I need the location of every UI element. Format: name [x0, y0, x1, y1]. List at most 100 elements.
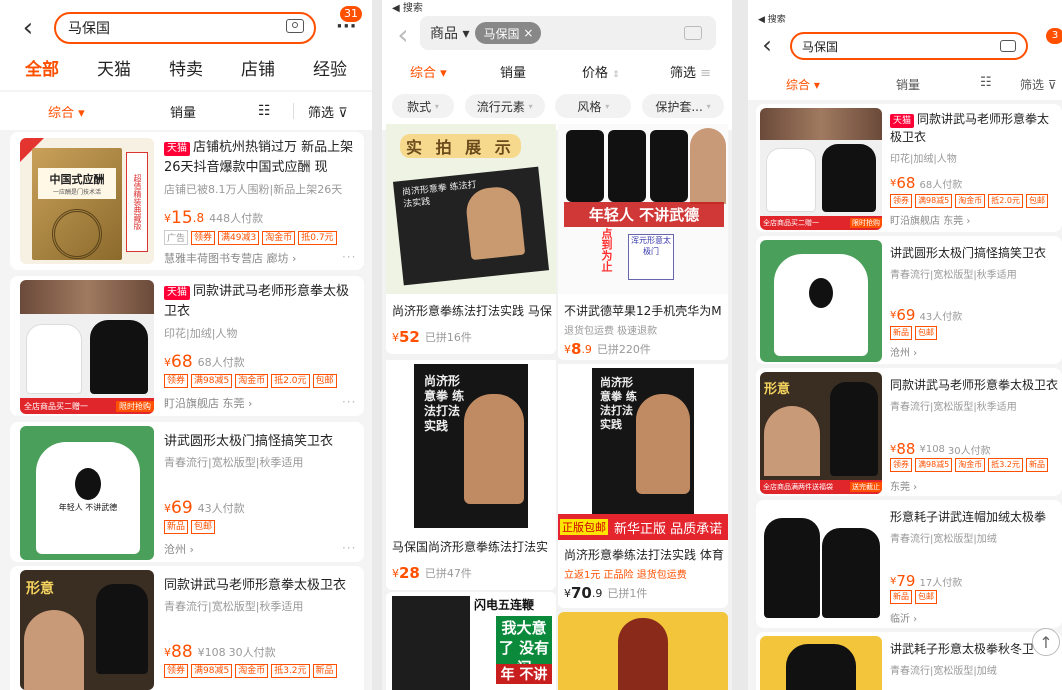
list-item[interactable]: 形意耗子讲武连帽加绒太极拳 青春流行|宽松版型|加绒 ¥79 17人付款 新品包…: [756, 500, 1062, 628]
grid-view-icon[interactable]: ☷: [980, 75, 992, 90]
hoodie-black: [96, 584, 148, 674]
grid-card[interactable]: 尚济形意拳 练法打法实践 马保国尚济形意拳练法打法实 ¥28 已拼47件: [386, 360, 556, 590]
side-label: 超值精装典藏版: [126, 152, 148, 252]
price-row: ¥28 已拼47件: [392, 564, 472, 582]
list-item[interactable]: 全店商品买二赠一 限时抢购 天猫 同款讲武马老师形意拳太极卫衣 印花|加绒|人物 ¥…: [10, 276, 364, 416]
banner-text: 实 拍 展 示: [400, 134, 521, 158]
portrait: [24, 610, 84, 690]
product-image: 尚济形意拳 练法打法实践: [386, 360, 556, 530]
book-cover: 尚济形意拳 练法打法实践: [414, 364, 528, 528]
sort-comprehensive[interactable]: 综合 ▾: [786, 76, 820, 93]
product-title: 讲武圆形太极门搞怪搞笑卫衣: [890, 246, 1047, 260]
filter-button[interactable]: 筛选 ⊽: [308, 102, 348, 121]
slogan-text: 年轻人 不讲武德: [564, 202, 724, 227]
hoodie-black: [90, 320, 148, 394]
grid-card[interactable]: 闪电五连鞭 我大意了 没有闪 年 不讲: [386, 592, 556, 690]
filter-button[interactable]: 筛选 ≡: [670, 62, 711, 81]
back-to-top-icon[interactable]: ↑: [1032, 628, 1060, 656]
filter-button[interactable]: 筛选 ⊽: [1020, 76, 1057, 93]
sort-price[interactable]: 价格 ⇕: [582, 62, 620, 81]
product-image: 实 拍 展 示 尚济形意拳 练法打法实践: [386, 124, 556, 294]
list-item[interactable]: 中国式应酬 一应酬是门技术活 超值精装典藏版 天猫 店铺杭州热销过万 新品上架26…: [10, 132, 364, 270]
back-to-search-link[interactable]: ◀ 搜索: [392, 0, 423, 14]
promo-banner: 正版包邮 新华正版 品质承诺: [558, 514, 728, 540]
grid-card[interactable]: [558, 612, 728, 690]
tab-experience[interactable]: 经验: [313, 55, 347, 80]
product-image: 尚济形意拳 练法打法实践: [558, 364, 728, 514]
price-row: ¥68 68人付款: [890, 174, 963, 192]
grid-card[interactable]: 尚济形意拳 练法打法实践 正版包邮 新华正版 品质承诺 尚济形意拳练法打法实践 体…: [558, 364, 728, 608]
product-subtitle: 青春流行|宽松版型|加绒: [890, 666, 997, 677]
filter-case[interactable]: 保护套... ▾: [641, 94, 724, 118]
back-to-search-link[interactable]: ◀ 搜索: [758, 12, 786, 25]
hoodie-white: 年轻人 不讲武德: [36, 442, 140, 554]
camera-icon[interactable]: [684, 26, 702, 40]
portrait: [690, 128, 726, 204]
shop-row[interactable]: 沧州 ›: [164, 541, 194, 557]
tab-sale[interactable]: 特卖: [169, 55, 203, 80]
product-image: [760, 636, 882, 690]
product-subtitle: 青春流行|宽松版型|秋季适用: [890, 270, 1017, 281]
grid-card[interactable]: 年轻人 不讲武德 点到为止 浑元形意太极门 不讲武德苹果12手机壳华为M 退货包…: [558, 124, 728, 360]
sort-sales[interactable]: 销量: [500, 62, 526, 81]
tmall-tag: 天猫: [164, 286, 190, 300]
promo-tags: 新品 包邮: [890, 326, 940, 340]
category-select[interactable]: 商品 ▾: [430, 23, 469, 43]
shop-row[interactable]: 盯沿旗舰店 东莞 ›: [164, 395, 252, 411]
phone-case: [566, 130, 604, 202]
grid-view-icon[interactable]: ☷: [258, 103, 271, 119]
list-item[interactable]: 年轻人 不讲武德 讲武圆形太极门搞怪搞笑卫衣 青春流行|宽松版型|秋季适用 ¥6…: [10, 422, 364, 562]
search-input[interactable]: 马保国: [54, 12, 316, 44]
grid-card[interactable]: 实 拍 展 示 尚济形意拳 练法打法实践 尚济形意拳练法打法实践 马保 ¥52 …: [386, 124, 556, 354]
cartoon-figure: [618, 618, 668, 690]
shop-row[interactable]: 慧雅丰荷图书专营店 廊坊 ›: [164, 250, 296, 266]
back-arrow-icon[interactable]: ‹: [756, 31, 778, 59]
product-title: 讲武耗子形意太极拳秋冬卫: [890, 642, 1035, 656]
camera-icon[interactable]: [286, 19, 304, 33]
filter-chips: 款式 ▾ 流行元素 ▾ 风格 ▾ 保护套... ▾: [392, 94, 724, 118]
search-chip[interactable]: 马保国 ×: [475, 22, 542, 44]
product-title: 讲武圆形太极门搞怪搞笑卫衣: [164, 434, 334, 449]
notification-badge: 3: [1046, 28, 1062, 44]
product-image: 全店商品买二赠一 限时抢购: [20, 280, 154, 414]
product-image: 形意: [20, 570, 154, 690]
poster-text: 形意: [26, 581, 54, 597]
sort-sales[interactable]: 销量: [896, 76, 920, 93]
book-cover: [392, 596, 470, 690]
list-item[interactable]: 讲武耗子形意太极拳秋冬卫 青春流行|宽松版型|加绒: [756, 632, 1062, 690]
sort-sales[interactable]: 销量: [170, 102, 196, 121]
poster-text: 闪电五连鞭: [474, 598, 535, 612]
back-arrow-icon[interactable]: ‹: [390, 18, 416, 51]
book-image: 尚济形意拳 练法打法实践: [392, 166, 550, 286]
shop-row[interactable]: 盯沿旗舰店 东莞 ›: [890, 212, 970, 227]
shop-row[interactable]: 临沂 ›: [890, 610, 917, 625]
search-input[interactable]: 商品 ▾ 马保国 ×: [420, 16, 716, 50]
photo-strip: [20, 280, 154, 314]
list-item[interactable]: 形意 全店商品满两件送福袋 送完截止 同款讲武马老师形意拳太极卫衣 青春流行|宽松…: [756, 368, 1062, 496]
product-title: 天猫 店铺杭州热销过万 新品上架26天抖音爆款中国式应酬 现: [164, 140, 354, 175]
more-dots-icon[interactable]: ···: [342, 395, 356, 409]
back-arrow-icon[interactable]: ‹: [14, 13, 42, 43]
tab-all[interactable]: 全部: [25, 55, 59, 80]
filter-trend[interactable]: 流行元素 ▾: [464, 94, 545, 118]
product-subtitle: 青春流行|宽松版型|加绒: [890, 534, 997, 545]
shop-row[interactable]: 沧州 ›: [890, 344, 917, 359]
shop-row[interactable]: 东莞 ›: [890, 478, 917, 493]
sort-comprehensive[interactable]: 综合 ▾: [48, 102, 85, 121]
list-item[interactable]: 形意 同款讲武马老师形意拳太极卫衣 青春流行|宽松版型|秋季适用 ¥88 ¥10…: [10, 566, 364, 690]
search-input[interactable]: 马保国: [790, 32, 1028, 60]
product-subtitle: 店铺已被8.1万人围粉|新品上架26天: [164, 183, 343, 196]
tab-shop[interactable]: 店铺: [241, 55, 275, 80]
filter-style[interactable]: 款式 ▾: [392, 94, 454, 118]
filter-genre[interactable]: 风格 ▾: [555, 94, 632, 118]
tab-tmall[interactable]: 天猫: [97, 55, 131, 80]
search-text: 马保国: [68, 21, 110, 37]
sort-comprehensive[interactable]: 综合 ▾: [410, 62, 447, 81]
more-dots-icon[interactable]: ···: [342, 541, 356, 555]
promo-tags: 领券 满98减5 淘金币 抵2.0元 包邮: [164, 374, 340, 388]
more-dots-icon[interactable]: ···: [342, 250, 356, 264]
promo-tags: 新品 包邮: [890, 590, 940, 604]
list-item[interactable]: 讲武圆形太极门搞怪搞笑卫衣 青春流行|宽松版型|秋季适用 ¥69 43人付款 新…: [756, 236, 1062, 364]
list-item[interactable]: 全店商品买二赠一 限时抢购 天猫 同款讲武马老师形意拳太极卫衣 印花|加绒|人物 ¥…: [756, 104, 1062, 232]
camera-icon[interactable]: [1000, 40, 1016, 52]
